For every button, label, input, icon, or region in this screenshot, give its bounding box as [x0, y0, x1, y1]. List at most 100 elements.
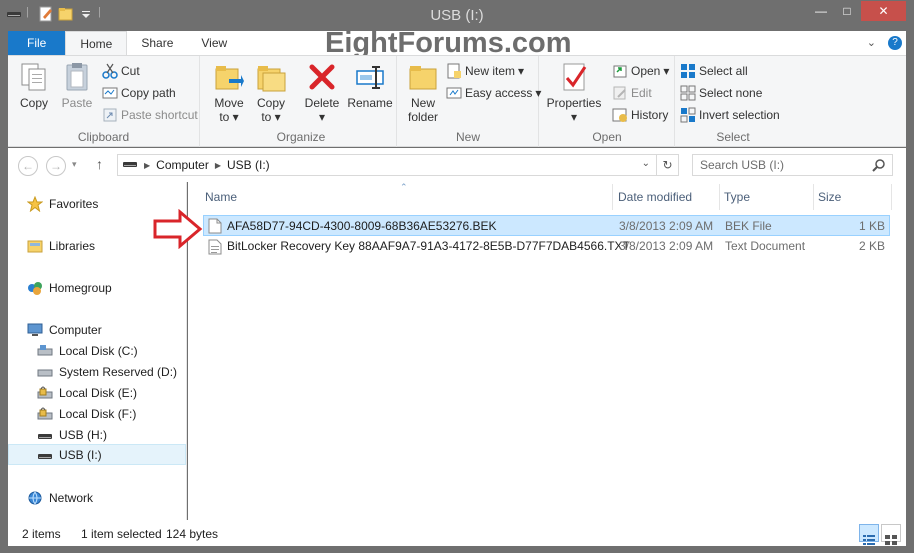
back-button[interactable]: ← — [18, 156, 38, 176]
cut-button[interactable]: Cut — [102, 63, 140, 79]
paste-shortcut-button[interactable]: Paste shortcut — [102, 107, 198, 123]
paste-button[interactable]: Paste — [58, 61, 96, 110]
select-group-label: Select — [716, 130, 750, 144]
breadcrumb-usb[interactable]: USB (I:) — [227, 158, 270, 172]
copy-path-icon — [102, 85, 118, 101]
tab-home[interactable]: Home — [65, 31, 128, 55]
open-icon — [612, 63, 628, 79]
nav-item-drive-f[interactable]: Local Disk (F:) — [8, 403, 186, 424]
nav-item-computer[interactable]: Computer — [8, 319, 186, 340]
recent-locations-icon[interactable]: ▾ — [72, 159, 77, 170]
address-bar[interactable]: ▶ Computer ▶ USB (I:) ⌄ — [117, 154, 657, 176]
new-group-label: New — [455, 130, 480, 144]
easy-access-button[interactable]: Easy access ▾ — [446, 85, 541, 101]
nav-item-drive-d[interactable]: System Reserved (D:) — [8, 361, 186, 382]
history-icon — [612, 107, 628, 123]
column-header-date[interactable]: Date modified — [613, 182, 719, 212]
file-row[interactable]: BitLocker Recovery Key 88AAF9A7-91A3-417… — [203, 236, 890, 257]
move-to-folder-icon — [213, 61, 245, 93]
search-input[interactable]: Search USB (I:) — [692, 154, 893, 176]
tab-file[interactable]: File — [8, 31, 66, 55]
large-icons-view-button[interactable] — [881, 524, 901, 545]
select-none-button[interactable]: Select none — [680, 85, 762, 101]
nav-item-drive-i[interactable]: USB (I:) — [8, 444, 186, 465]
column-divider[interactable] — [891, 184, 892, 210]
computer-icon — [27, 322, 43, 338]
column-header-type[interactable]: Type — [719, 182, 813, 212]
libraries-icon — [27, 238, 43, 254]
ribbon-expand-icon[interactable]: ⌄ — [867, 36, 876, 50]
open-button[interactable]: Open ▾ — [612, 63, 669, 79]
file-generic-icon — [208, 218, 222, 237]
minimize-button[interactable]: — — [808, 1, 834, 21]
up-arrow-icon[interactable]: ↑ — [96, 156, 103, 172]
breadcrumb-chevron-icon[interactable]: ▶ — [144, 161, 150, 170]
refresh-button[interactable]: ↻ — [657, 154, 679, 176]
new-item-button[interactable]: New item ▾ — [446, 63, 524, 79]
file-size: 1 KB — [859, 219, 886, 233]
easy-access-icon — [446, 85, 462, 101]
select-all-button[interactable]: Select all — [680, 63, 748, 79]
status-selected-count: 1 item selected — [81, 527, 162, 541]
status-bar: 2 items 1 item selected 124 bytes — [8, 520, 906, 546]
open-group: Properties ▾ Open ▾ Edit History Open — [540, 56, 675, 147]
window-title: USB (I:) — [430, 7, 484, 24]
file-size: 2 KB — [859, 239, 886, 253]
new-group: New folder New item ▾ Easy access ▾ New — [398, 56, 541, 147]
breadcrumb-chevron-icon[interactable]: ▶ — [215, 161, 221, 170]
file-date: 3/8/2013 2:09 AM — [619, 239, 714, 253]
tab-share[interactable]: Share — [127, 31, 187, 55]
help-icon[interactable]: ? — [888, 36, 902, 50]
edit-pencil-icon — [612, 85, 628, 101]
delete-x-icon — [306, 61, 338, 93]
maximize-button[interactable]: □ — [834, 1, 860, 21]
rename-icon — [354, 61, 386, 93]
copy-button[interactable]: Copy — [15, 61, 53, 110]
history-button[interactable]: History — [612, 107, 668, 123]
network-globe-icon — [27, 490, 43, 506]
status-item-count: 2 items — [22, 527, 61, 541]
details-view-button[interactable] — [859, 524, 879, 545]
invert-selection-button[interactable]: Invert selection — [680, 107, 780, 123]
local-disk-icon — [37, 364, 53, 380]
locked-drive-icon — [37, 406, 53, 422]
tab-view[interactable]: View — [187, 31, 241, 55]
nav-item-drive-c[interactable]: Local Disk (C:) — [8, 340, 186, 361]
nav-item-drive-h[interactable]: USB (H:) — [8, 424, 186, 445]
properties-button[interactable]: Properties ▾ — [544, 61, 604, 124]
column-header-name[interactable]: Name — [200, 182, 612, 212]
search-icon — [872, 158, 886, 175]
close-button[interactable]: ✕ — [861, 1, 906, 21]
ribbon: Copy Paste Cut Copy path Paste shortcut … — [8, 55, 906, 147]
select-all-icon — [680, 63, 696, 79]
file-row[interactable]: AFA58D77-94CD-4300-8009-68B36AE53276.BEK… — [203, 215, 890, 236]
explorer-window: | | USB (I:) — □ ✕ File Home Share View … — [0, 0, 914, 553]
delete-button[interactable]: Delete ▾ — [302, 61, 342, 124]
nav-item-drive-e[interactable]: Local Disk (E:) — [8, 382, 186, 403]
paste-shortcut-icon — [102, 107, 118, 123]
column-header-size[interactable]: Size — [813, 182, 891, 212]
forward-button[interactable]: → — [46, 156, 66, 176]
scissors-icon — [102, 63, 118, 79]
copy-to-button[interactable]: Copy to ▾ — [253, 61, 289, 124]
drive-icon — [122, 158, 138, 173]
clipboard-group-label: Clipboard — [77, 130, 130, 144]
address-dropdown-icon[interactable]: ⌄ — [642, 158, 650, 169]
move-to-button[interactable]: Move to ▾ — [211, 61, 247, 124]
highlight-arrow-icon — [152, 208, 204, 252]
copy-path-button[interactable]: Copy path — [102, 85, 176, 101]
star-icon — [26, 195, 44, 212]
nav-item-homegroup[interactable]: Homegroup — [8, 277, 186, 298]
file-list: ⌃ Name Date modified Type Size AFA58D77-… — [153, 182, 906, 520]
edit-button[interactable]: Edit — [612, 85, 652, 101]
status-selected-size: 124 bytes — [166, 527, 219, 541]
nav-item-network[interactable]: Network — [8, 487, 186, 508]
local-disk-icon — [37, 343, 53, 359]
new-folder-button[interactable]: New folder — [403, 61, 443, 124]
large-icons-view-icon — [882, 532, 900, 551]
copy-to-folder-icon — [255, 61, 287, 93]
breadcrumb-computer[interactable]: Computer — [156, 158, 209, 172]
open-group-label: Open — [592, 130, 622, 144]
folder-icon — [407, 61, 439, 93]
rename-button[interactable]: Rename — [347, 61, 393, 110]
